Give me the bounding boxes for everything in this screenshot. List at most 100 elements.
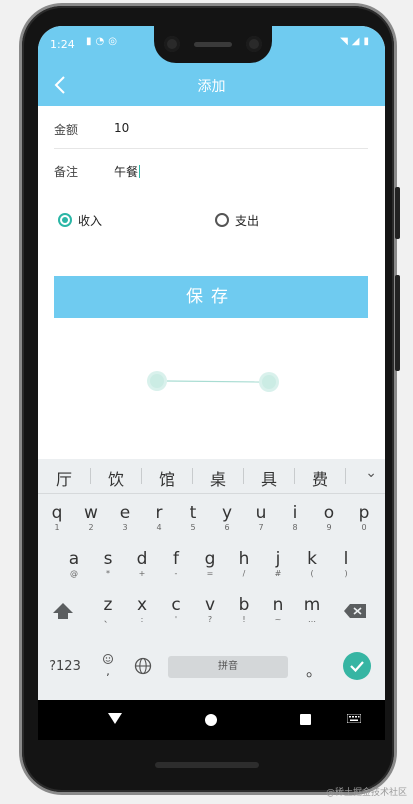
key-label: w [84, 503, 98, 523]
key-sublabel: 4 [156, 523, 162, 532]
power-button [395, 187, 400, 239]
amount-input[interactable]: 10 [114, 121, 129, 135]
candidate-item[interactable]: 馆 [145, 466, 189, 490]
key-sublabel: ' [174, 615, 178, 624]
key-t[interactable]: t5 [178, 497, 208, 537]
signal-icon: ◢ [351, 36, 364, 47]
key-label: t [189, 503, 197, 523]
candidate-item[interactable]: 厅 [42, 466, 86, 490]
key-f[interactable]: f- [161, 543, 191, 583]
screen: 1:24 ▮◔◎ ◥◢▮ 添加 金额 10 备注 午餐 收入 支出 保存 厅 饮… [38, 26, 385, 740]
candidate-divider [90, 468, 91, 484]
key-y[interactable]: y6 [212, 497, 242, 537]
key-sublabel: 8 [292, 523, 298, 532]
key-q[interactable]: q1 [42, 497, 72, 537]
backspace-icon[interactable] [343, 601, 369, 621]
key-sublabel: ? [207, 615, 213, 624]
candidate-divider [243, 468, 244, 484]
page-title: 添加 [197, 79, 226, 95]
front-camera-icon [164, 36, 180, 52]
space-bar[interactable]: 拼音 [168, 656, 288, 678]
key-n[interactable]: n ~ [263, 589, 293, 629]
globe-icon[interactable] [134, 657, 152, 675]
key-sublabel: * [106, 569, 110, 578]
save-button[interactable]: 保存 [54, 276, 368, 318]
note-input[interactable]: 午餐 [114, 163, 141, 180]
status-bar: 1:24 ▮◔◎ ◥◢▮ [38, 26, 385, 64]
key-sublabel: 5 [190, 523, 196, 532]
key-i[interactable]: i8 [280, 497, 310, 537]
key-label: n [272, 595, 284, 615]
key-label: r [155, 503, 163, 523]
radio-checked-icon [58, 213, 72, 227]
key-sublabel: 3 [122, 523, 128, 532]
candidate-divider [345, 468, 346, 484]
key-sublabel: ~ [274, 615, 282, 624]
radio-expense[interactable]: 支出 [215, 209, 259, 231]
key-b[interactable]: b! [229, 589, 259, 629]
amount-field[interactable]: 金额 10 [54, 108, 368, 149]
candidate-item[interactable]: 具 [247, 466, 291, 490]
key-z[interactable]: z、 [93, 589, 123, 629]
key-r[interactable]: r4 [144, 497, 174, 537]
soft-keyboard: 厅 饮 馆 桌 具 费 ⌄ q1 w2 e3 r4 t5 y6 u7 i8 o9… [38, 459, 385, 700]
key-v[interactable]: v? [195, 589, 225, 629]
wifi-icon: ◔ [95, 36, 109, 47]
key-u[interactable]: u7 [246, 497, 276, 537]
key-p[interactable]: p0 [349, 497, 379, 537]
emoji-comma-key-icon[interactable]: , [100, 651, 116, 679]
candidate-divider [192, 468, 193, 484]
key-sublabel: + [138, 569, 146, 578]
key-d[interactable]: d + [127, 543, 157, 583]
loading-indicator-icon [147, 371, 279, 392]
nav-recents-icon[interactable] [300, 714, 311, 725]
at-sign-icon: ◎ [108, 36, 121, 47]
key-sublabel: @ [70, 569, 78, 578]
symbols-key[interactable]: ?123 [48, 659, 82, 674]
period-key[interactable]: 。 [306, 657, 322, 681]
key-sublabel: / [242, 569, 246, 578]
key-m[interactable]: m… [297, 589, 327, 629]
watermark: @稀土掘金技术社区 [325, 788, 407, 798]
candidate-item[interactable]: 费 [298, 466, 342, 490]
key-h[interactable]: h / [229, 543, 259, 583]
candidate-item[interactable]: 桌 [196, 466, 240, 490]
candidate-item[interactable]: 饮 [94, 466, 138, 490]
key-x[interactable]: x: [127, 589, 157, 629]
key-j[interactable]: j # [263, 543, 293, 583]
nav-home-icon[interactable] [205, 714, 217, 726]
keyboard-switch-icon[interactable] [347, 714, 361, 723]
key-sublabel: 1 [54, 523, 60, 532]
shift-key-icon[interactable] [50, 599, 76, 625]
key-label: f [173, 549, 179, 569]
key-label: h [238, 549, 250, 569]
radio-income[interactable]: 收入 [58, 209, 102, 231]
key-k[interactable]: k( [297, 543, 327, 583]
key-sublabel: 0 [361, 523, 367, 532]
key-s[interactable]: s * [93, 543, 123, 583]
volume-button [395, 275, 400, 371]
key-g[interactable]: g = [195, 543, 225, 583]
earpiece-speaker [194, 42, 232, 47]
key-o[interactable]: o9 [314, 497, 344, 537]
key-sublabel: # [274, 569, 282, 578]
system-nav-bar [38, 700, 385, 740]
key-label: e [119, 503, 131, 523]
key-e[interactable]: e3 [110, 497, 140, 537]
key-c[interactable]: c ' [161, 589, 191, 629]
key-a[interactable]: a @ [59, 543, 89, 583]
enter-key[interactable] [343, 652, 371, 680]
sd-card-icon: ▮ [86, 36, 96, 47]
candidate-bar: 厅 饮 馆 桌 具 费 ⌄ [38, 459, 385, 494]
key-w[interactable]: w2 [76, 497, 106, 537]
key-l[interactable]: l) [331, 543, 361, 583]
key-label: u [255, 503, 267, 523]
key-label: s [103, 549, 113, 569]
battery-icon: ▮ [363, 36, 373, 47]
note-field[interactable]: 备注 午餐 [54, 150, 368, 190]
bottom-speaker [155, 762, 259, 768]
key-label: b [238, 595, 250, 615]
key-sublabel: ! [242, 615, 246, 624]
nav-back-icon[interactable] [108, 713, 122, 724]
chevron-down-icon[interactable]: ⌄ [365, 465, 377, 481]
